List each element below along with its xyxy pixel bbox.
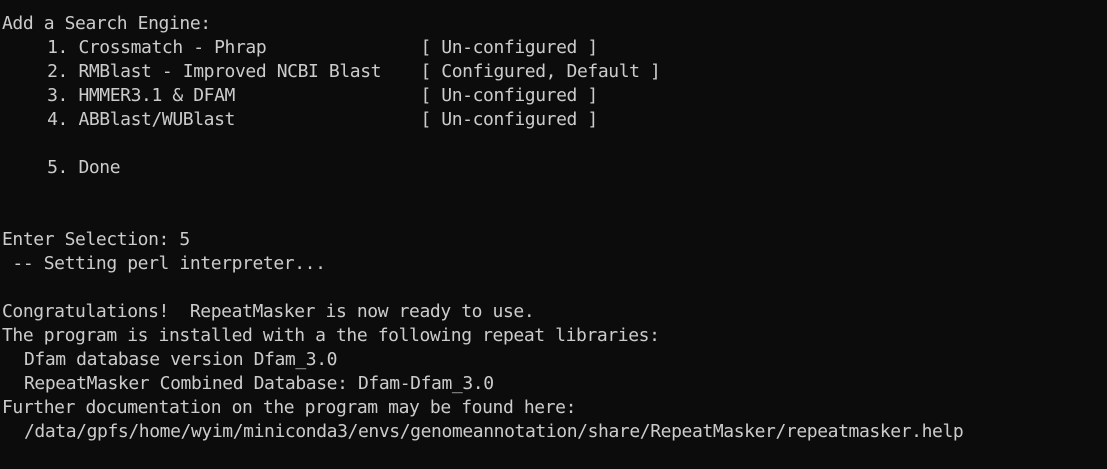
library-dfam: Dfam database version Dfam_3.0 bbox=[24, 349, 338, 370]
menu-item-name: Crossmatch - Phrap bbox=[78, 37, 267, 58]
menu-item-number: 4. bbox=[47, 109, 68, 130]
documentation-path: /data/gpfs/home/wyim/miniconda3/envs/gen… bbox=[24, 421, 964, 442]
menu-title: Add a Search Engine: bbox=[2, 13, 211, 34]
menu-item-status: [ Un-configured ] bbox=[420, 85, 598, 106]
menu-item-name: RMBlast - Improved NCBI Blast bbox=[78, 61, 382, 82]
further-documentation-message: Further documentation on the program may… bbox=[2, 397, 577, 418]
menu-item-number: 3. bbox=[47, 85, 68, 106]
menu-item-status: [ Un-configured ] bbox=[420, 109, 598, 130]
congrats-message: Congratulations! RepeatMasker is now rea… bbox=[2, 301, 535, 322]
installed-libraries-message: The program is installed with a the foll… bbox=[2, 325, 660, 346]
menu-item-status: [ Configured, Default ] bbox=[420, 61, 661, 82]
terminal-window[interactable]: Add a Search Engine: 1. Crossmatch - Phr… bbox=[0, 0, 1107, 469]
menu-item-number: 2. bbox=[47, 61, 68, 82]
menu-item-status: [ Un-configured ] bbox=[420, 37, 598, 58]
menu-item-number: 1. bbox=[47, 37, 68, 58]
menu-item-name: HMMER3.1 & DFAM bbox=[78, 85, 235, 106]
menu-item-hmmer: 3. HMMER3.1 & DFAM [ Un-configured ] bbox=[2, 84, 1107, 108]
menu-item-rmblast: 2. RMBlast - Improved NCBI Blast [ Config… bbox=[2, 60, 1107, 84]
menu-item-number: 5. bbox=[47, 157, 68, 178]
menu-item-abblast: 4. ABBlast/WUBlast [ Un-configured ] bbox=[2, 108, 1107, 132]
library-combined: RepeatMasker Combined Database: Dfam-Dfa… bbox=[24, 373, 494, 394]
menu-item-crossmatch: 1. Crossmatch - Phrap [ Un-configured ] bbox=[2, 36, 1107, 60]
selection-prompt: Enter Selection: 5 bbox=[2, 229, 190, 250]
menu-item-name: ABBlast/WUBlast bbox=[78, 109, 235, 130]
setting-perl-message: -- Setting perl interpreter... bbox=[2, 253, 326, 274]
menu-item-name: Done bbox=[78, 157, 121, 178]
menu-item-done: 5. Done bbox=[2, 156, 1107, 180]
